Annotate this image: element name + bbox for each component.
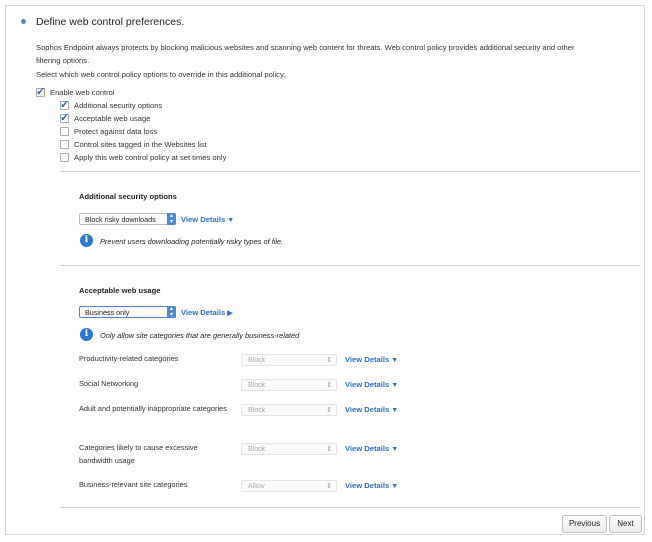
up-down-arrows-icon: ⇕ bbox=[326, 483, 332, 490]
select-value: Allow bbox=[248, 483, 265, 490]
usage-info-text: Only allow site categories that are gene… bbox=[100, 331, 300, 340]
step-bullet bbox=[21, 19, 26, 24]
up-down-arrows-icon: ⇕ bbox=[326, 382, 332, 389]
link-label: View Details bbox=[345, 481, 390, 490]
category-view-details-link[interactable]: View Details ▼ bbox=[345, 444, 398, 453]
category-action-select: Block ⇕ bbox=[241, 404, 337, 416]
chevron-down-icon: ▼ bbox=[391, 382, 399, 389]
select-arrows-icon: ▴ ▾ bbox=[167, 306, 176, 318]
chevron-down-icon: ▼ bbox=[391, 483, 399, 490]
divider bbox=[60, 265, 640, 266]
link-label: View Details bbox=[345, 405, 390, 414]
category-view-details-link[interactable]: View Details ▼ bbox=[345, 355, 398, 364]
chevron-right-icon: ▶ bbox=[227, 310, 233, 317]
option-label: Additional security options bbox=[74, 101, 163, 110]
option-label: Control sites tagged in the Websites lis… bbox=[74, 140, 207, 149]
checkbox[interactable]: ✓ bbox=[60, 112, 70, 124]
chevron-down-icon: ▼ bbox=[391, 357, 399, 364]
select-value: Block bbox=[248, 407, 266, 414]
option-label: Enable web control bbox=[50, 88, 115, 97]
select-value: Block bbox=[248, 382, 266, 389]
override-prompt: Select which web control policy options … bbox=[36, 70, 286, 79]
checkmark-icon: ✓ bbox=[60, 99, 70, 111]
security-info-text: Prevent users downloading potentially ri… bbox=[100, 237, 284, 246]
category-action-select: Block ⇕ bbox=[241, 354, 337, 366]
checkbox[interactable] bbox=[60, 140, 69, 149]
category-view-details-link[interactable]: View Details ▼ bbox=[345, 380, 398, 389]
up-down-arrows-icon: ⇕ bbox=[326, 357, 332, 364]
info-icon: i bbox=[80, 234, 93, 247]
link-label: View Details bbox=[181, 308, 226, 317]
option-label: Acceptable web usage bbox=[74, 114, 151, 123]
link-label: View Details bbox=[181, 215, 226, 224]
usage-view-details-link[interactable]: View Details ▶ bbox=[181, 308, 233, 317]
category-label: Adult and potentially inappropriate cate… bbox=[79, 404, 227, 413]
additional-security-heading: Additional security options bbox=[79, 192, 177, 201]
checkbox[interactable] bbox=[60, 127, 69, 136]
category-view-details-link[interactable]: View Details ▼ bbox=[345, 405, 398, 414]
option-label: Protect against data loss bbox=[74, 127, 158, 136]
chevron-down-icon: ▼ bbox=[391, 446, 399, 453]
previous-button[interactable]: Previous bbox=[562, 515, 607, 533]
select-value: Block risky downloads bbox=[85, 215, 156, 224]
checkbox[interactable]: ✓ bbox=[60, 99, 70, 111]
usage-policy-select[interactable]: Business only ▴ ▾ bbox=[79, 306, 176, 318]
up-down-arrows-icon: ⇕ bbox=[326, 407, 332, 414]
divider bbox=[60, 507, 640, 508]
checkmark-icon: ✓ bbox=[60, 112, 70, 124]
info-icon: i bbox=[80, 328, 93, 341]
link-label: View Details bbox=[345, 380, 390, 389]
checkbox[interactable]: ✓ bbox=[36, 86, 46, 98]
security-view-details-link[interactable]: View Details ▼ bbox=[181, 215, 234, 224]
category-label: Productivity-related categories bbox=[79, 354, 179, 363]
select-value: Business only bbox=[85, 308, 130, 317]
acceptable-use-heading: Acceptable web usage bbox=[79, 286, 161, 295]
category-action-select: Allow ⇕ bbox=[241, 480, 337, 492]
link-label: View Details bbox=[345, 444, 390, 453]
select-value: Block bbox=[248, 357, 266, 364]
chevron-down-icon: ▼ bbox=[391, 407, 399, 414]
category-action-select: Block ⇕ bbox=[241, 443, 337, 455]
checkbox[interactable] bbox=[60, 153, 69, 162]
next-button[interactable]: Next bbox=[609, 515, 642, 533]
option-label: Apply this web control policy at set tim… bbox=[74, 153, 227, 162]
category-view-details-link[interactable]: View Details ▼ bbox=[345, 481, 398, 490]
security-level-select[interactable]: Block risky downloads ▴ ▾ bbox=[79, 213, 176, 225]
category-action-select: Block ⇕ bbox=[241, 379, 337, 391]
category-label: Business-relevant site categories bbox=[79, 480, 188, 489]
link-label: View Details bbox=[345, 355, 390, 364]
select-value: Block bbox=[248, 446, 266, 453]
category-label: Social Networking bbox=[79, 379, 139, 388]
page-title: Define web control preferences. bbox=[36, 16, 185, 28]
up-down-arrows-icon: ⇕ bbox=[326, 446, 332, 453]
divider bbox=[60, 171, 640, 172]
checkmark-icon: ✓ bbox=[36, 86, 46, 98]
category-label: Categories likely to cause excessive ban… bbox=[79, 443, 198, 465]
intro-description: Sophos Endpoint always protects by block… bbox=[36, 43, 575, 65]
select-arrows-icon: ▴ ▾ bbox=[167, 213, 176, 225]
chevron-down-icon: ▼ bbox=[227, 217, 235, 224]
